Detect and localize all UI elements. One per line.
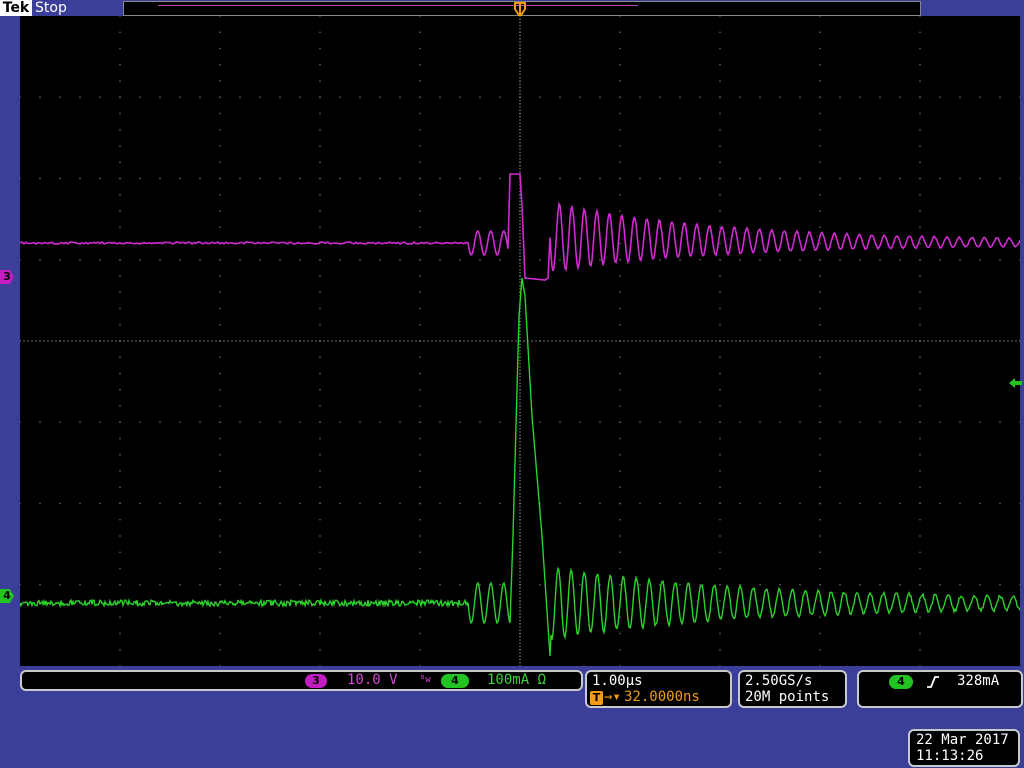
record-length[interactable]: 20M points [745, 689, 829, 705]
ch4-ground-marker[interactable]: 4 [0, 589, 14, 603]
ch4-badge[interactable]: 4 [441, 674, 469, 688]
horizontal-readout[interactable]: 1.00µs T →▾ 32.0000ns [585, 670, 732, 708]
ch3-scale[interactable]: 10.0 V [347, 672, 398, 689]
trigger-level[interactable]: 328mA [957, 673, 999, 689]
ch3-badge[interactable]: 3 [305, 674, 327, 688]
sample-rate[interactable]: 2.50GS/s [745, 673, 812, 689]
rising-edge-icon [926, 675, 940, 689]
graticule-grid [20, 16, 1020, 666]
time: 11:13:26 [916, 748, 983, 764]
ch4-scale[interactable]: 100mA Ω [487, 672, 546, 689]
trigger-delay[interactable]: 32.0000ns [624, 689, 700, 705]
vertical-readout[interactable]: 3 10.0 V ᴮw 4 100mA Ω [20, 670, 583, 691]
acquisition-readout[interactable]: 2.50GS/s 20M points [738, 670, 847, 708]
date-time-readout: 22 Mar 2017 11:13:26 [908, 729, 1020, 767]
bandwidth-limit-icon: ᴮw [420, 673, 431, 688]
time-per-division[interactable]: 1.00µs [592, 673, 643, 689]
tek-logo: Tek [0, 0, 32, 16]
acquisition-status[interactable]: Stop [35, 0, 67, 16]
trigger-readout[interactable]: 4 328mA [857, 670, 1023, 708]
record-view-window [158, 5, 638, 6]
trigger-level-arrow-icon[interactable] [1009, 377, 1023, 389]
date: 22 Mar 2017 [916, 732, 1009, 748]
waveform-graticule [20, 16, 1020, 666]
trigger-source-badge[interactable]: 4 [889, 675, 913, 689]
delay-arrow-icon: →▾ [604, 689, 621, 705]
ch3-ground-marker[interactable]: 3 [0, 270, 14, 284]
trigger-t-icon: T [590, 691, 603, 705]
waveform-display[interactable] [20, 16, 1020, 666]
